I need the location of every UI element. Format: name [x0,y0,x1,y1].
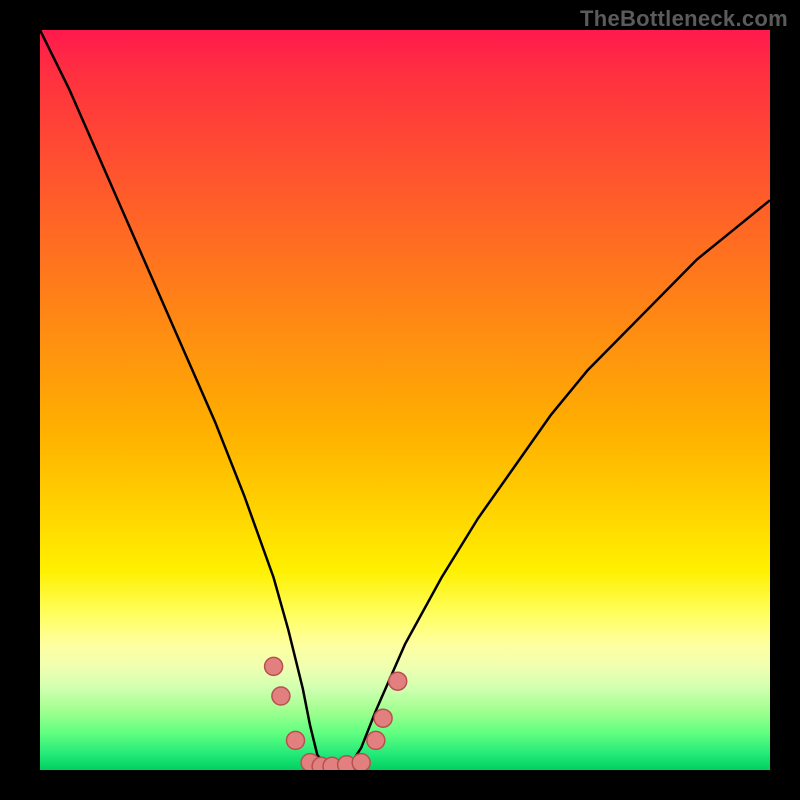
watermark-text: TheBottleneck.com [580,6,788,32]
data-point [272,687,290,705]
data-point [389,672,407,690]
chart-frame: TheBottleneck.com [0,0,800,800]
data-point [367,731,385,749]
data-point [374,709,392,727]
data-point [352,754,370,770]
bottleneck-curve-svg [40,30,770,770]
bottleneck-curve [40,30,770,770]
curve-markers [265,657,407,770]
data-point [287,731,305,749]
plot-area [40,30,770,770]
data-point [265,657,283,675]
